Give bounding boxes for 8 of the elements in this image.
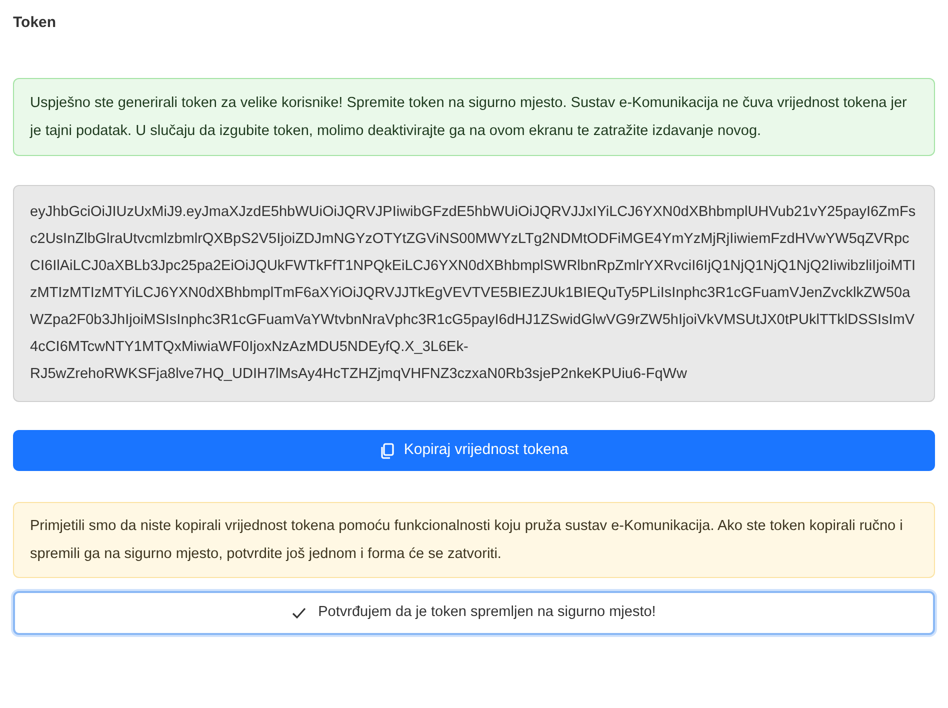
warning-alert: Primjetili smo da niste kopirali vrijednost tokena pomoću funkcionalnosti koju pruža sustav e-Komunikacija. Ako ste token kopirali ručno i spremili ga na sigurno mjesto, potvrdite još jednom i forma će se zatvoriti.: [13, 502, 935, 578]
copy-button[interactable]: Kopiraj vrijednost tokena: [13, 430, 935, 471]
copy-icon: [380, 442, 394, 458]
confirm-button[interactable]: Potvrđujem da je token spremljen na sigurno mjesto!: [13, 591, 935, 635]
token-field[interactable]: eyJhbGciOiJIUzUxMiJ9.eyJmaXJzdE5hbWUiOiJQRVJPIiwibGFzdE5hbWUiOiJQRVJJxIYiLCJ6YXN0dXBhbmplUHVub21vY25payI6ZmFsc2UsInZlbGlraUtvcmlzbmlrQXBpS2V5IjoiZDJmNGYzOTYtZGViNS00MWYzLTg2NDMtODFiMGE4YmYzMjRjIiwiemFzdHVwYW5qZVRpcCI6IlAiLCJ0aXBLb3Jpc25pa2EiOiJQUkFWTkFfT1NPQkEiLCJ6YXN0dXBhbmplSWRlbnRpZmlrYXRvciI6IjQ1NjQ1NjQ1NjQ2IiwibzliIjoiMTIzMTIzMTIzMTYiLCJ6YXN0dXBhbmplTmF6aXYiOiJQRVJJTkEgVEVTVE5BIEZJUk1BIEQuTy5PLiIsInphc3R1cGFuamVJenZvcklkZW50aWZpa2F0b3JhIjoiMSIsInphc3R1cGFuamVaYWtvbnNraVphc3R1cG5payI6dHJ1ZSwidGlwVG9rZW5hIjoiVkVMSUtJX0tPUklTTklDSSIsImV4cCI6MTcwNTY1MTQxMiwiaWF0IjoxNzAzMDU5NDEyfQ.X_3L6Ek-RJ5wZrehoRWKSFja8lve7HQ_UDIH7lMsAy4HcTZHZjmqVHFNZ3czxaN0Rb3sjeP2nkeKPUiu6-FqWw: [13, 185, 935, 402]
success-alert: Uspješno ste generirali token za velike korisnike! Spremite token na sigurno mjesto. Sustav e-Komunikacija ne čuva vrijednost tokena jer je tajni podatak. U slučaju da izgubite token, molimo deaktivirajte ga na ovom ekranu te zatražite izdavanje novog.: [13, 78, 935, 156]
checkmark-icon: [292, 607, 306, 619]
panel-title: Token: [13, 13, 58, 32]
